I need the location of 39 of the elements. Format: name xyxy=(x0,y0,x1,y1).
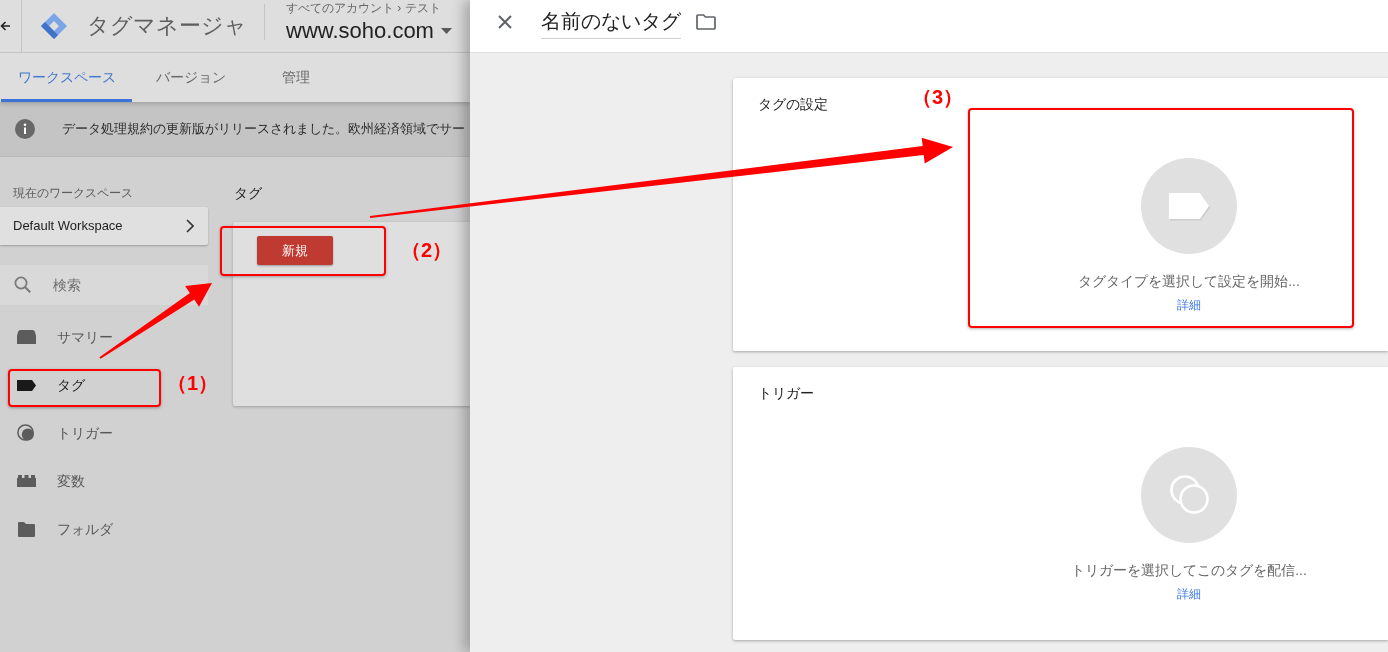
search-icon xyxy=(14,276,31,293)
info-icon xyxy=(15,119,35,139)
search-field[interactable]: 検索 xyxy=(0,265,208,305)
tag-name-field[interactable]: 名前のないタグ xyxy=(541,8,681,39)
product-title: タグマネージャ xyxy=(87,12,247,40)
brick-icon xyxy=(17,475,36,487)
folder-icon xyxy=(17,521,36,537)
sidebar-item[interactable]: フォルダ xyxy=(0,505,113,553)
annotation-label: （1） xyxy=(167,371,219,396)
prompt-text[interactable]: タグタイプを選択して設定を開始... xyxy=(1078,271,1300,291)
back-arrow-icon[interactable] xyxy=(0,20,10,32)
annotation-label: （2） xyxy=(401,238,453,263)
diamond-logo-icon xyxy=(40,12,68,40)
close-icon[interactable] xyxy=(498,15,512,29)
details-link[interactable]: 詳細 xyxy=(1177,586,1201,602)
section-heading: タグ xyxy=(233,184,262,203)
annotation-label: （3） xyxy=(912,85,964,110)
chevron-right-icon xyxy=(186,219,194,233)
sidebar-item[interactable]: トリガー xyxy=(0,409,113,457)
folder-icon[interactable] xyxy=(696,14,716,30)
prompt-text[interactable]: トリガーを選択してこのタグを配信... xyxy=(1071,560,1307,580)
new-button[interactable]: 新規 xyxy=(257,236,333,265)
breadcrumb[interactable]: すべてのアカウント › テスト xyxy=(286,0,452,16)
tab[interactable]: バージョン xyxy=(139,53,265,102)
workspace-selector[interactable]: Default Workspace xyxy=(0,207,208,245)
sidebar-item[interactable]: サマリー xyxy=(0,313,113,361)
section-heading: トリガー xyxy=(758,384,814,403)
notice-text: データ処理規約の更新版がリリースされました。欧州経済領域でサー xyxy=(62,120,465,138)
workspace-heading: 現在のワークスペース xyxy=(12,185,133,201)
sidebar-item[interactable]: タグ xyxy=(0,361,85,409)
section-heading: タグの設定 xyxy=(758,95,828,114)
container-name[interactable]: www.soho.com xyxy=(286,17,434,45)
tag-icon xyxy=(17,379,36,391)
tray-icon xyxy=(17,330,36,344)
target-icon xyxy=(17,423,36,443)
sidebar-item[interactable]: 変数 xyxy=(0,457,85,505)
details-link[interactable]: 詳細 xyxy=(1177,297,1201,313)
tab[interactable]: 管理 xyxy=(265,53,345,102)
caret-icon[interactable] xyxy=(440,28,452,34)
